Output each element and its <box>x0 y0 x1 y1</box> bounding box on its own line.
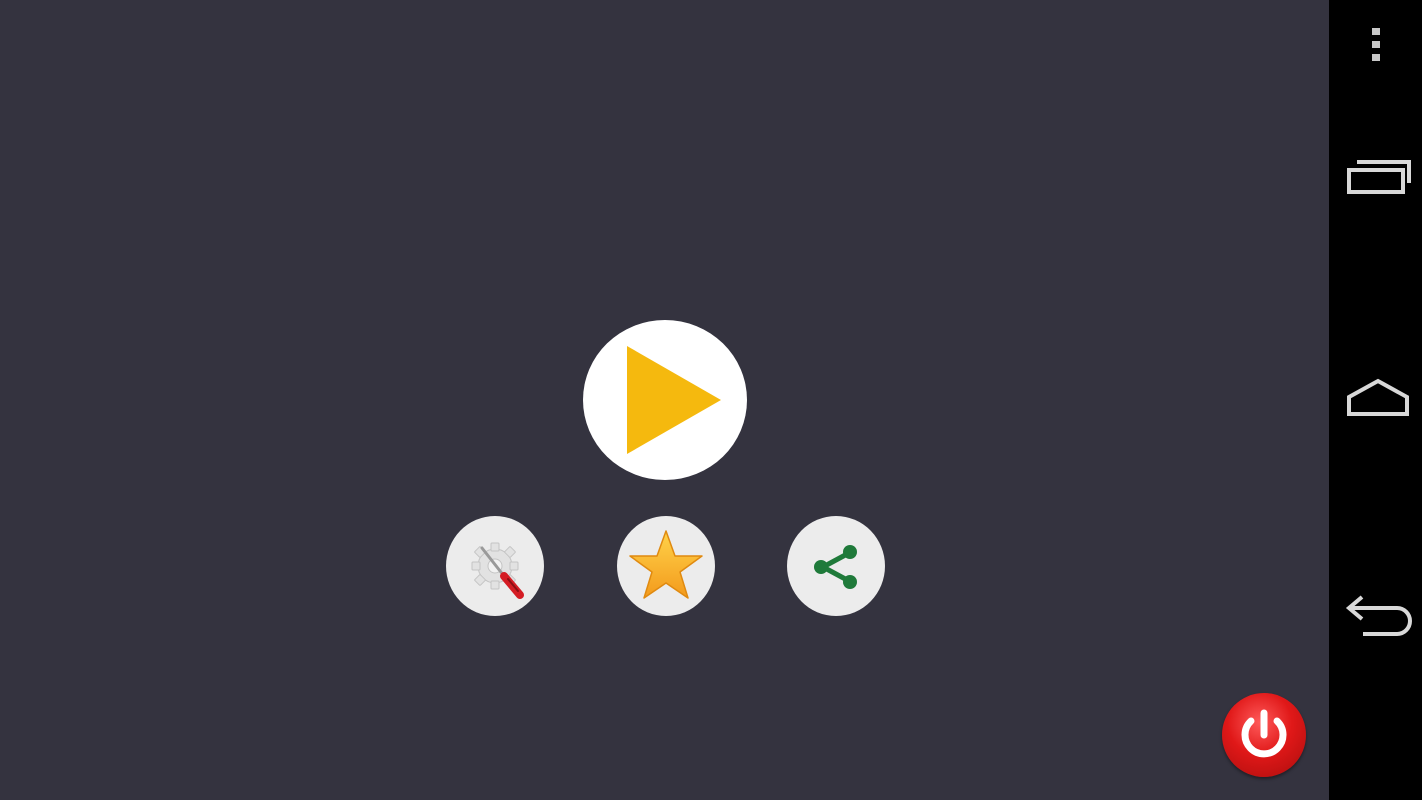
app-screen <box>0 0 1329 800</box>
play-button[interactable] <box>583 320 747 480</box>
recent-apps-button[interactable] <box>1329 150 1422 210</box>
settings-tools-icon <box>471 542 524 599</box>
home-button[interactable] <box>1329 370 1422 430</box>
overflow-menu-icon <box>1371 28 1380 61</box>
power-button[interactable] <box>1222 693 1306 777</box>
overflow-menu-button[interactable] <box>1329 20 1422 70</box>
star-icon <box>629 530 703 599</box>
share-button[interactable] <box>787 516 885 616</box>
play-icon <box>627 346 721 454</box>
back-button[interactable] <box>1329 590 1422 650</box>
rate-button[interactable] <box>617 516 715 616</box>
power-icon <box>1241 709 1287 758</box>
home-icon <box>1347 378 1409 416</box>
settings-button[interactable] <box>446 516 544 616</box>
share-icon <box>814 545 857 589</box>
navigation-bar <box>1329 0 1422 800</box>
recent-apps-icon <box>1347 160 1411 194</box>
back-icon <box>1345 595 1412 636</box>
